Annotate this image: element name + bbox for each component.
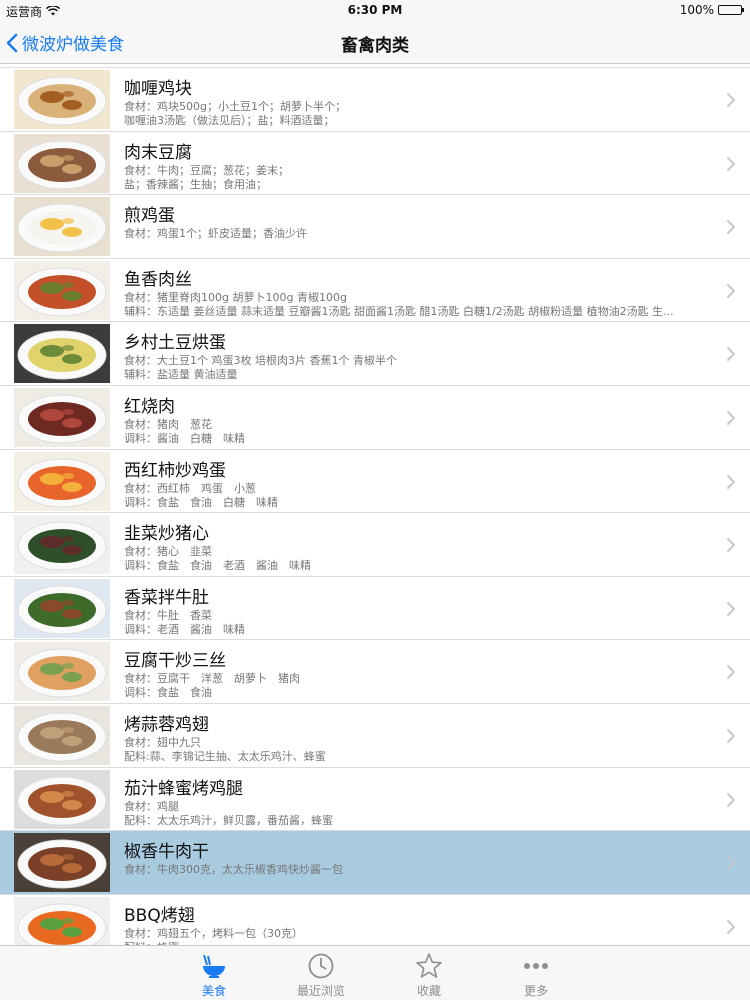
recipe-title: 咖喱鸡块 [124, 79, 192, 99]
list-item[interactable]: 红烧肉 食材：猪肉 葱花 调料：酱油 白糖 味精 [0, 385, 750, 450]
chevron-right-icon [726, 537, 736, 553]
recipe-title: 西红柿炒鸡蛋 [124, 460, 226, 481]
list-item[interactable]: 肉末豆腐 食材：牛肉；豆腐；葱花；姜末； 盐；香辣酱；生抽；食用油； [0, 131, 750, 196]
recipe-title: 肉末豆腐 [124, 142, 192, 163]
dish-thumbnail [14, 324, 110, 384]
chevron-right-icon [726, 219, 736, 235]
recipe-seasonings: 咖喱油3汤匙（做法见后）；盐；料酒适量； [124, 114, 335, 127]
list-item[interactable]: 茄汁蜂蜜烤鸡腿 食材：鸡腿 配料：太太乐鸡汁，鲜贝露，番茄酱，蜂蜜 [0, 767, 750, 832]
chevron-left-icon [6, 33, 18, 52]
tab-bar: 美食 最近浏览 收藏 更多 [0, 945, 750, 1000]
dish-thumbnail [14, 133, 110, 193]
list-item[interactable]: 椒香牛肉干 食材：牛肉300克，太太乐椒香鸡快炒酱一包 [0, 831, 750, 895]
recipe-seasonings: 调料：老酒 酱油 味精 [124, 622, 245, 636]
dish-thumbnail [14, 387, 110, 447]
battery-percent: 100% [679, 3, 714, 17]
tab-food[interactable]: 美食 [174, 952, 254, 999]
recipe-seasonings: 调料：食盐 食油 [124, 686, 212, 700]
dish-thumbnail [14, 70, 110, 129]
recipe-title: 乡村土豆烘蛋 [124, 333, 226, 354]
recipe-title: BBQ烤翅 [124, 905, 195, 926]
chevron-right-icon [726, 792, 736, 808]
recipe-list[interactable]: 咖喱鸡块 食材：鸡块500g；小土豆1个；胡萝卜半个； 咖喱油3汤匙（做法见后）；盐… [0, 64, 750, 945]
recipe-title: 豆腐干炒三丝 [124, 651, 226, 672]
star-icon [389, 952, 469, 980]
recipe-title: 红烧肉 [124, 396, 175, 417]
chevron-right-icon [726, 346, 736, 362]
list-item[interactable]: 鱼香肉丝 食材：猪里脊肉100g 胡萝卜100g 青椒100g 辅料：东适量 姜丝适… [0, 258, 750, 323]
list-item[interactable]: 韭菜炒猪心 食材：猪心 韭菜 调料：食盐 食油 老酒 酱油 味精 [0, 513, 750, 577]
dish-thumbnail [14, 197, 110, 257]
recipe-seasonings: 盐；香辣酱；生抽；食用油； [124, 177, 267, 191]
recipe-seasonings: 辅料：盐适量 黄油适量 [124, 368, 238, 382]
dish-thumbnail [14, 642, 110, 702]
recipe-title: 香菜拌牛肚 [124, 587, 209, 608]
recipe-title: 烤蒜蓉鸡翅 [124, 714, 209, 735]
recipe-title: 椒香牛肉干 [124, 842, 209, 863]
dish-thumbnail [14, 260, 110, 320]
chevron-right-icon [726, 855, 736, 871]
navigation-bar: 微波炉做美食 畜禽肉类 [0, 20, 750, 64]
list-item[interactable]: 乡村土豆烘蛋 食材：大土豆1个 鸡蛋3枚 培根肉3片 香蕉1个 青椒半个 辅料：盐适… [0, 322, 750, 386]
chevron-right-icon [726, 728, 736, 744]
list-item[interactable]: 香菜拌牛肚 食材：牛肚 香菜 调料：老酒 酱油 味精 [0, 576, 750, 641]
recipe-title: 煎鸡蛋 [124, 206, 175, 227]
dish-thumbnail [14, 833, 110, 893]
tab-favorites-label: 收藏 [416, 984, 441, 998]
dish-thumbnail [14, 769, 110, 829]
chevron-right-icon [726, 601, 736, 617]
recipe-seasonings: 调料：食盐 食油 老酒 酱油 味精 [124, 559, 311, 573]
recipe-ingredients: 食材：牛肉300克，太太乐椒香鸡快炒酱一包 [124, 863, 343, 877]
list-item[interactable]: 烤蒜蓉鸡翅 食材：翅中九只 配料:蒜、李锦记生抽、太太乐鸡汁、蜂蜜 [0, 703, 750, 768]
list-item[interactable]: 西红柿炒鸡蛋 食材：西红柿 鸡蛋 小葱 调料：食盐 食油 白糖 味精 [0, 449, 750, 514]
tab-favorites[interactable]: 收藏 [389, 952, 469, 999]
dish-thumbnail [14, 515, 110, 575]
tab-more[interactable]: 更多 [496, 952, 576, 999]
recipe-seasonings: 调料：酱油 白糖 味精 [124, 431, 245, 445]
dish-thumbnail [14, 705, 110, 765]
recipe-ingredients: 食材：鸡蛋1个；虾皮适量；香油少许 [124, 227, 307, 241]
chevron-right-icon [726, 664, 736, 680]
chevron-right-icon [726, 919, 736, 935]
back-button[interactable]: 微波炉做美食 [6, 30, 124, 55]
tab-more-label: 更多 [523, 984, 548, 998]
status-right: 100% [679, 3, 744, 17]
recipe-title: 鱼香肉丝 [124, 269, 192, 290]
tab-recent-label: 最近浏览 [296, 984, 345, 998]
recipe-seasonings: 配料:蒜、李锦记生抽、太太乐鸡汁、蜂蜜 [124, 749, 326, 763]
clock-icon [281, 952, 361, 980]
more-dots-icon [496, 952, 576, 980]
recipe-seasonings: 辅料：东适量 姜丝适量 蒜末适量 豆瓣酱1汤匙 甜面酱1汤匙 醋1汤匙 白糖1/… [124, 304, 674, 318]
status-bar: 运营商 6:30 PM 100% [0, 0, 750, 20]
recipe-seasonings: 配料：太太乐鸡汁，鲜贝露，番茄酱，蜂蜜 [124, 813, 333, 827]
chevron-right-icon [726, 92, 736, 108]
back-button-label: 微波炉做美食 [22, 35, 124, 55]
chevron-right-icon [726, 283, 736, 299]
recipe-title: 韭菜炒猪心 [124, 524, 209, 545]
chevron-right-icon [726, 156, 736, 172]
list-item[interactable]: 豆腐干炒三丝 食材：豆腐干 洋葱 胡萝卜 猪肉 调料：食盐 食油 [0, 640, 750, 704]
chevron-right-icon [726, 474, 736, 490]
status-time: 6:30 PM [347, 3, 403, 17]
dish-thumbnail [14, 896, 110, 945]
recipe-seasonings: 调料：食盐 食油 白糖 味精 [124, 495, 278, 509]
battery-icon [718, 5, 744, 15]
tab-recent[interactable]: 最近浏览 [281, 952, 361, 999]
list-item[interactable]: 咖喱鸡块 食材：鸡块500g；小土豆1个；胡萝卜半个； 咖喱油3汤匙（做法见后）；盐… [0, 68, 750, 132]
bowl-icon [174, 952, 254, 980]
chevron-right-icon [726, 410, 736, 426]
list-item[interactable]: BBQ烤翅食材：鸡翅五个，烤料一包（30克）配料：蜂蜜 [0, 894, 750, 945]
tab-food-label: 美食 [201, 984, 226, 998]
dish-thumbnail [14, 578, 110, 638]
recipe-title: 茄汁蜂蜜烤鸡腿 [124, 778, 243, 799]
dish-thumbnail [14, 451, 110, 511]
list-item[interactable]: 煎鸡蛋 食材：鸡蛋1个；虾皮适量；香油少许 [0, 195, 750, 259]
